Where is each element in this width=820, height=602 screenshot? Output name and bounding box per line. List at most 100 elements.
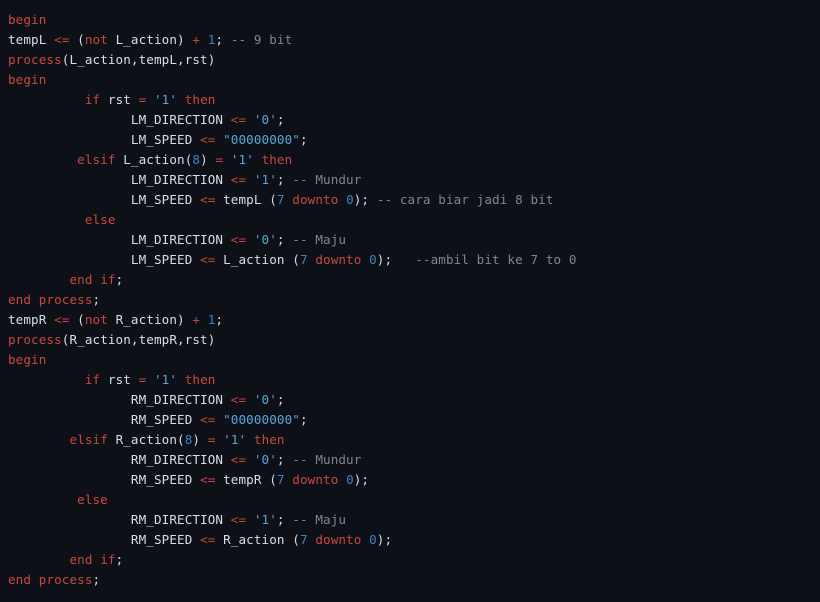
code-token-kw: elsif [69, 432, 108, 447]
code-token-kw: if [84, 372, 101, 387]
code-token-num: 7 [299, 532, 308, 547]
code-token-fn: process [38, 572, 93, 587]
code-token-id: L_action [215, 252, 293, 267]
code-token-num: 0 [346, 472, 354, 487]
code-token-kw: elsif [77, 152, 116, 167]
code-token-kw: then [261, 152, 293, 167]
code-line[interactable]: if rst = '1' then [0, 370, 820, 390]
code-token-op: <= [200, 132, 216, 147]
code-token-num: 0 [346, 192, 354, 207]
code-line[interactable]: RM_DIRECTION <= '1'; -- Maju [0, 510, 820, 530]
code-token-op: + [192, 32, 201, 47]
code-line[interactable]: if rst = '1' then [0, 90, 820, 110]
code-line[interactable]: begin [0, 10, 820, 30]
code-line[interactable]: LM_SPEED <= tempL (7 downto 0); -- cara … [0, 190, 820, 210]
code-line[interactable]: else [0, 490, 820, 510]
code-line[interactable]: LM_SPEED <= "00000000"; [0, 130, 820, 150]
code-token-id: rst [100, 372, 139, 387]
code-line[interactable]: LM_DIRECTION <= '1'; -- Mundur [0, 170, 820, 190]
code-line[interactable]: RM_DIRECTION <= '0'; -- Mundur [0, 450, 820, 470]
code-token-id: tempR [8, 312, 55, 327]
code-token-id: R_action [107, 312, 178, 327]
code-token-kw: if [100, 552, 116, 567]
code-token-op: <= [54, 32, 70, 47]
code-line[interactable]: else [0, 210, 820, 230]
code-line[interactable]: end if; [0, 270, 820, 290]
code-token-id: rst [100, 92, 139, 107]
code-token-kw: then [184, 372, 216, 387]
code-line[interactable]: elsif R_action(8) = '1' then [0, 430, 820, 450]
code-line[interactable]: RM_DIRECTION <= '0'; [0, 390, 820, 410]
code-token-str: '0' [253, 112, 277, 127]
code-line[interactable]: process(L_action,tempL,rst) [0, 50, 820, 70]
code-token-punct: ) [200, 152, 208, 167]
code-token-punct: ; [115, 552, 124, 567]
code-token-op: <= [230, 452, 247, 467]
code-token-str: '0' [253, 452, 277, 467]
code-token-kw: not [84, 312, 108, 327]
code-token-op: + [192, 312, 201, 327]
code-line[interactable]: end process; [0, 290, 820, 310]
code-line[interactable]: process(R_action,tempR,rst) [0, 330, 820, 350]
code-line[interactable]: LM_DIRECTION <= '0'; -- Maju [0, 230, 820, 250]
code-token-id: LM_DIRECTION [130, 112, 231, 127]
code-token-num: 0 [369, 252, 377, 267]
code-token-comment: -- Mundur [292, 172, 362, 187]
code-line[interactable]: elsif L_action(8) = '1' then [0, 150, 820, 170]
code-token-id: tempL [215, 192, 270, 207]
code-token-str: "00000000" [223, 132, 300, 147]
code-token-comment: -- 9 bit [230, 32, 293, 47]
code-token-comment: -- cara biar jadi 8 bit [376, 192, 554, 207]
code-token-punct: ; [276, 232, 285, 247]
code-line[interactable]: RM_SPEED <= "00000000"; [0, 410, 820, 430]
code-token-id: LM_DIRECTION [130, 172, 231, 187]
code-line[interactable]: LM_DIRECTION <= '0'; [0, 110, 820, 130]
code-line[interactable]: begin [0, 70, 820, 90]
code-line[interactable]: end process; [0, 570, 820, 590]
code-token-str: '1' [154, 372, 178, 387]
code-token-num: 7 [276, 192, 285, 207]
code-token-kw: then [253, 432, 285, 447]
code-editor-pane[interactable]: begin tempL <= (not L_action) + 1; -- 9 b… [0, 0, 820, 602]
code-token-id: RM_DIRECTION [130, 392, 231, 407]
code-token-kw: not [84, 32, 108, 47]
code-token-punct: ; [92, 292, 101, 307]
code-token-punct: ; [276, 112, 285, 127]
code-token-id: L_action [115, 152, 185, 167]
code-token-kw: end [69, 272, 93, 287]
code-line[interactable]: tempR <= (not R_action) + 1; [0, 310, 820, 330]
code-token-id: LM_SPEED [130, 252, 201, 267]
code-line[interactable]: end if; [0, 550, 820, 570]
code-token-kw: begin [8, 72, 47, 87]
code-token-comment: -- Maju [292, 232, 347, 247]
code-line[interactable]: LM_SPEED <= L_action (7 downto 0); --amb… [0, 250, 820, 270]
code-token-str: '0' [253, 392, 277, 407]
code-line[interactable]: tempL <= (not L_action) + 1; -- 9 bit [0, 30, 820, 50]
code-token-str: '1' [154, 92, 178, 107]
code-token-op: <= [230, 232, 247, 247]
code-token-punct: ( [177, 432, 185, 447]
code-token-num: 7 [299, 252, 308, 267]
code-line[interactable]: RM_SPEED <= tempR (7 downto 0); [0, 470, 820, 490]
code-token-kw: downto [315, 252, 362, 267]
code-line[interactable]: begin [0, 350, 820, 370]
code-line[interactable]: RM_SPEED <= R_action (7 downto 0); [0, 530, 820, 550]
